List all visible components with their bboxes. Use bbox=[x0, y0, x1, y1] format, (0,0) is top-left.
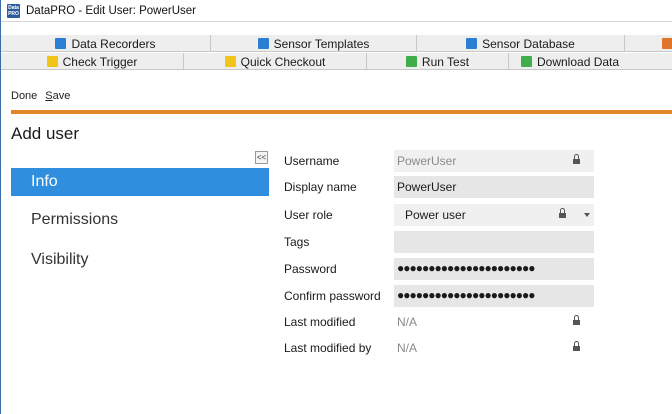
window-title: DataPRO - Edit User: PowerUser bbox=[26, 4, 196, 17]
last-modified-by-field: N/A bbox=[394, 337, 594, 359]
username-label: Username bbox=[284, 154, 340, 168]
confirm-password-row: Confirm password ●●●●●●●●●●●●●●●●●●●●●● bbox=[284, 285, 604, 307]
nav-item-visibility[interactable]: Visibility bbox=[11, 246, 269, 276]
app-window: Data PRO DataPRO - Edit User: PowerUser … bbox=[0, 0, 672, 414]
lock-icon bbox=[573, 341, 580, 352]
page-title: Add user bbox=[11, 124, 80, 143]
check-trigger-icon bbox=[46, 56, 58, 67]
password-row: Password ●●●●●●●●●●●●●●●●●●●●●● bbox=[284, 258, 604, 280]
user-role-label: User role bbox=[284, 208, 333, 222]
sensor-templates-icon bbox=[257, 38, 269, 49]
last-modified-label: Last modified bbox=[284, 315, 356, 329]
tags-label: Tags bbox=[284, 235, 310, 249]
last-modified-row: Last modified N/A bbox=[284, 311, 604, 333]
user-role-select[interactable]: Power user bbox=[394, 204, 594, 226]
title-bar: Data PRO DataPRO - Edit User: PowerUser bbox=[1, 0, 672, 22]
nav-item-info[interactable]: Info bbox=[11, 168, 269, 196]
lock-icon bbox=[573, 315, 580, 326]
datapro-app-icon: Data PRO bbox=[7, 3, 20, 18]
editor-toolbar: Done Save bbox=[1, 85, 672, 107]
tab-data-recorders[interactable]: Data Recorders bbox=[1, 35, 211, 52]
user-role-row: User role Power user bbox=[284, 204, 604, 226]
save-button[interactable]: Save bbox=[45, 90, 70, 102]
lock-icon bbox=[573, 154, 580, 165]
tags-row: Tags bbox=[284, 231, 604, 253]
truncated-tab-icon bbox=[662, 38, 672, 49]
tab-label: Sensor Templates bbox=[273, 36, 370, 51]
module-tabs-row-2: Check Trigger Quick Checkout Run Test Do… bbox=[1, 53, 672, 70]
password-field[interactable]: ●●●●●●●●●●●●●●●●●●●●●● bbox=[394, 258, 594, 280]
tab-label: Run Test bbox=[421, 54, 470, 69]
tab-quick-checkout[interactable]: Quick Checkout bbox=[184, 53, 367, 70]
tab-check-trigger[interactable]: Check Trigger bbox=[1, 53, 184, 70]
tab-label: Sensor Database bbox=[482, 36, 575, 51]
tab-label: Check Trigger bbox=[62, 54, 138, 69]
confirm-password-label: Confirm password bbox=[284, 289, 381, 303]
tab-label: Quick Checkout bbox=[240, 54, 326, 69]
last-modified-value: N/A bbox=[397, 315, 418, 329]
run-test-icon bbox=[405, 56, 417, 67]
module-tabs-row-1: Data Recorders Sensor Templates Sensor D… bbox=[1, 35, 672, 52]
display-name-row: Display name PowerUser bbox=[284, 176, 604, 198]
username-row: Username PowerUser bbox=[284, 150, 604, 172]
last-modified-by-label: Last modified by bbox=[284, 341, 372, 355]
display-name-field[interactable]: PowerUser bbox=[394, 176, 594, 198]
user-role-value: Power user bbox=[405, 208, 466, 222]
username-value: PowerUser bbox=[397, 154, 457, 168]
tab-run-test[interactable]: Run Test bbox=[367, 53, 509, 70]
accent-divider bbox=[11, 110, 672, 114]
tab-sensor-database[interactable]: Sensor Database bbox=[417, 35, 625, 52]
password-label: Password bbox=[284, 262, 337, 276]
lock-icon bbox=[559, 208, 566, 219]
tab-label: Download Data bbox=[537, 54, 620, 69]
username-field: PowerUser bbox=[394, 150, 594, 172]
display-name-label: Display name bbox=[284, 180, 357, 194]
collapse-nav-button[interactable]: << bbox=[255, 151, 268, 164]
done-button[interactable]: Done bbox=[11, 90, 37, 102]
nav-item-permissions[interactable]: Permissions bbox=[11, 206, 269, 236]
last-modified-by-value: N/A bbox=[397, 341, 418, 355]
last-modified-field: N/A bbox=[394, 311, 594, 333]
download-data-icon bbox=[521, 56, 532, 67]
data-recorders-icon bbox=[55, 38, 67, 49]
chevron-down-icon bbox=[584, 213, 590, 217]
tab-download-data[interactable]: Download Data bbox=[509, 53, 672, 70]
confirm-password-field[interactable]: ●●●●●●●●●●●●●●●●●●●●●● bbox=[394, 285, 594, 307]
tab-sensor-templates[interactable]: Sensor Templates bbox=[211, 35, 417, 52]
section-nav: Info Permissions Visibility bbox=[11, 168, 269, 286]
last-modified-by-row: Last modified by N/A bbox=[284, 337, 604, 359]
quick-checkout-icon bbox=[224, 56, 236, 67]
tab-truncated[interactable] bbox=[625, 35, 672, 52]
sensor-database-icon bbox=[466, 38, 478, 49]
tags-field[interactable] bbox=[394, 231, 594, 253]
tab-label: Data Recorders bbox=[71, 36, 156, 51]
